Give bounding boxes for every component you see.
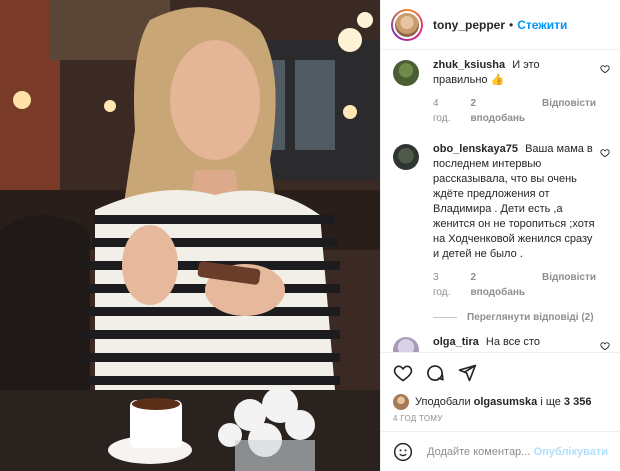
post-age[interactable]: 4 ГОД ТОМУ <box>381 412 620 431</box>
comment-item: zhuk_ksiusha И это правильно 👍 4 год. 2 … <box>393 58 610 126</box>
comment-likes-count[interactable]: 2 вподобань <box>471 96 528 126</box>
post-header: tony_pepper • Стежити <box>381 0 620 50</box>
comment-body: olga_tira На все сто процентов вы правы.… <box>433 335 610 352</box>
view-replies-label: Переглянути відповіді (2) <box>467 312 594 323</box>
comment-age[interactable]: 3 год. <box>433 270 457 300</box>
commenter-avatar[interactable] <box>393 60 419 86</box>
post-photo[interactable] <box>0 0 380 471</box>
side-panel: tony_pepper • Стежити zhuk_ksiusha И это… <box>380 0 620 471</box>
commenter-avatar[interactable] <box>393 144 419 170</box>
comment-item: olga_tira На все сто процентов вы правы.… <box>393 335 610 352</box>
likes-middle: і ще <box>540 396 561 408</box>
action-bar <box>381 352 620 392</box>
comment-body: obo_lenskaya75 Ваша мама в последнем инт… <box>433 142 610 300</box>
comment-meta: 4 год. 2 вподобань Відповісти <box>433 96 596 126</box>
instagram-post: tony_pepper • Стежити zhuk_ksiusha И это… <box>0 0 620 471</box>
reply-button[interactable]: Відповісти <box>542 270 596 300</box>
comment-item: obo_lenskaya75 Ваша мама в последнем инт… <box>393 142 610 300</box>
replies-divider <box>433 317 457 318</box>
likes-summary[interactable]: Уподобали olgasumska і ще 3 356 <box>381 392 620 412</box>
commenter-username[interactable]: olga_tira <box>433 336 479 348</box>
liker-avatar <box>393 394 409 410</box>
comment-likes-count[interactable]: 2 вподобань <box>471 270 528 300</box>
comment-input[interactable]: Додайте коментар... <box>427 446 534 458</box>
comment-meta: 3 год. 2 вподобань Відповісти <box>433 270 596 300</box>
add-comment-bar: Додайте коментар... Опублікувати <box>381 431 620 471</box>
smiley-icon[interactable] <box>393 442 413 462</box>
reply-button[interactable]: Відповісти <box>542 96 596 126</box>
photo-illustration <box>0 0 380 471</box>
comment-heart-icon[interactable] <box>600 64 610 74</box>
liker-username[interactable]: olgasumska <box>474 396 538 408</box>
follow-button[interactable]: Стежити <box>517 18 567 32</box>
heart-icon[interactable] <box>393 363 413 383</box>
paper-plane-icon[interactable] <box>457 363 477 383</box>
comment-age[interactable]: 4 год. <box>433 96 457 126</box>
comments-list[interactable]: zhuk_ksiusha И это правильно 👍 4 год. 2 … <box>381 50 620 352</box>
comment-heart-icon[interactable] <box>600 341 610 351</box>
comment-body: zhuk_ksiusha И это правильно 👍 4 год. 2 … <box>433 58 610 126</box>
header-separator: • <box>509 17 514 32</box>
commenter-avatar[interactable] <box>393 337 419 352</box>
view-replies-button[interactable]: Переглянути відповіді (2) <box>433 312 610 323</box>
author-username[interactable]: tony_pepper <box>433 18 505 32</box>
likes-count[interactable]: 3 356 <box>564 396 592 408</box>
comment-icon[interactable] <box>425 363 445 383</box>
publish-button[interactable]: Опублікувати <box>534 446 608 458</box>
author-avatar[interactable] <box>391 8 423 41</box>
comment-heart-icon[interactable] <box>600 148 610 158</box>
comment-text: Ваша мама в последнем интервью рассказыв… <box>433 143 595 260</box>
commenter-username[interactable]: zhuk_ksiusha <box>433 59 505 71</box>
likes-prefix: Уподобали <box>415 396 471 408</box>
commenter-username[interactable]: obo_lenskaya75 <box>433 143 518 155</box>
